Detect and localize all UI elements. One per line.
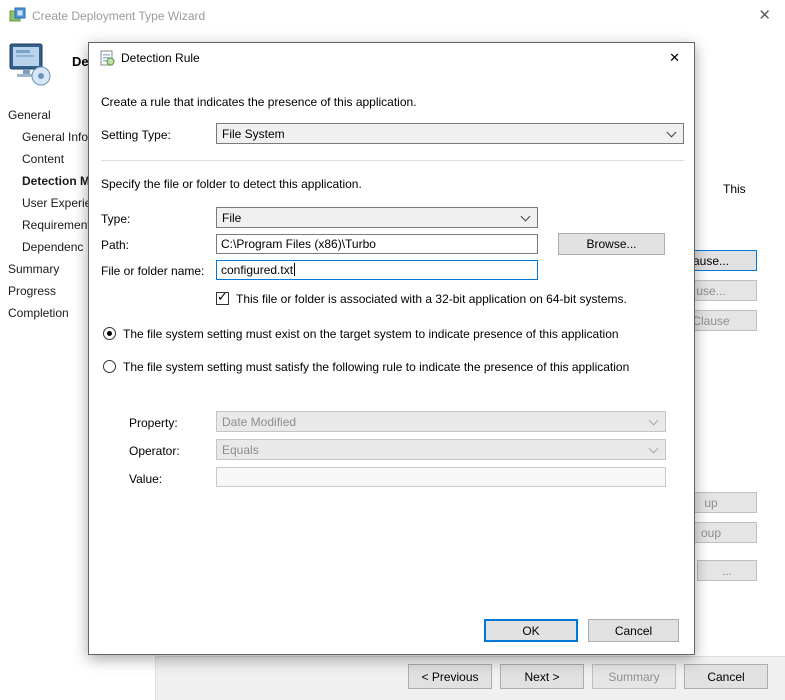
dialog-close-icon[interactable]: ✕ bbox=[669, 50, 680, 66]
window-titlebar: Create Deployment Type Wizard ✕ bbox=[0, 0, 785, 32]
property-label: Property: bbox=[129, 416, 178, 430]
sidebar-item-requirements[interactable]: Requirement bbox=[8, 214, 90, 236]
wizard-footer: < Previous Next > Summary Cancel bbox=[156, 656, 785, 700]
sidebar-item-user-experience[interactable]: User Experie bbox=[8, 192, 90, 214]
browse-button[interactable]: Browse... bbox=[558, 233, 665, 255]
dialog-titlebar: Detection Rule ✕ bbox=[89, 43, 694, 73]
file-name-input[interactable]: configured.txt bbox=[216, 260, 538, 280]
type-label: Type: bbox=[101, 212, 130, 226]
wizard-app-icon bbox=[9, 7, 26, 24]
must-satisfy-radio[interactable] bbox=[103, 360, 116, 373]
dialog-title: Detection Rule bbox=[121, 51, 200, 65]
page-heading-fragment: De bbox=[72, 54, 89, 69]
sidebar-item-progress[interactable]: Progress bbox=[8, 280, 90, 302]
assoc-32bit-checkbox[interactable]: ✓ bbox=[216, 292, 229, 305]
chevron-down-icon bbox=[667, 128, 677, 138]
path-value: C:\Program Files (x86)\Turbo bbox=[221, 237, 376, 251]
value-label: Value: bbox=[129, 472, 162, 486]
property-value: Date Modified bbox=[222, 415, 296, 429]
sidebar-item-content[interactable]: Content bbox=[8, 148, 90, 170]
ellipsis-button: ... bbox=[697, 560, 757, 581]
deployment-type-icon bbox=[6, 40, 54, 88]
sidebar-item-detection-method[interactable]: Detection M bbox=[8, 170, 90, 192]
operator-label: Operator: bbox=[129, 444, 180, 458]
must-exist-row: The file system setting must exist on th… bbox=[103, 327, 683, 341]
setting-type-dropdown[interactable]: File System bbox=[216, 123, 684, 144]
checkmark-icon: ✓ bbox=[217, 290, 228, 303]
chevron-down-icon bbox=[521, 212, 531, 222]
must-exist-radio[interactable] bbox=[103, 327, 116, 340]
operator-dropdown: Equals bbox=[216, 439, 666, 460]
sidebar-item-summary[interactable]: Summary bbox=[8, 258, 90, 280]
chevron-down-icon bbox=[649, 416, 659, 426]
setting-type-value: File System bbox=[222, 127, 285, 141]
setting-type-label: Setting Type: bbox=[101, 128, 171, 142]
screen: Create Deployment Type Wizard ✕ De Gener… bbox=[0, 0, 785, 700]
path-label: Path: bbox=[101, 238, 129, 252]
summary-button: Summary bbox=[592, 664, 676, 689]
operator-value: Equals bbox=[222, 443, 259, 457]
dialog-cancel-button[interactable]: Cancel bbox=[588, 619, 679, 642]
next-button[interactable]: Next > bbox=[500, 664, 584, 689]
file-name-label: File or folder name: bbox=[101, 264, 204, 278]
wizard-cancel-button[interactable]: Cancel bbox=[684, 664, 768, 689]
wizard-sidebar: General General Infor Content Detection … bbox=[8, 104, 90, 324]
sidebar-item-completion[interactable]: Completion bbox=[8, 302, 90, 324]
must-satisfy-label: The file system setting must satisfy the… bbox=[123, 360, 629, 374]
path-input[interactable]: C:\Program Files (x86)\Turbo bbox=[216, 234, 538, 254]
file-name-value: configured.txt bbox=[221, 263, 293, 277]
assoc-32bit-row: ✓ This file or folder is associated with… bbox=[216, 292, 676, 306]
window-title: Create Deployment Type Wizard bbox=[32, 9, 205, 23]
previous-button[interactable]: < Previous bbox=[408, 664, 492, 689]
dialog-intro-text: Create a rule that indicates the presenc… bbox=[101, 95, 417, 109]
value-input bbox=[216, 467, 666, 487]
section-divider bbox=[101, 160, 684, 161]
window-close-icon[interactable]: ✕ bbox=[758, 6, 771, 24]
section-instruction-text: Specify the file or folder to detect thi… bbox=[101, 177, 362, 191]
must-satisfy-row: The file system setting must satisfy the… bbox=[103, 360, 683, 374]
text-cursor bbox=[294, 263, 295, 276]
type-dropdown[interactable]: File bbox=[216, 207, 538, 228]
detection-rule-icon bbox=[99, 50, 115, 66]
property-dropdown: Date Modified bbox=[216, 411, 666, 432]
detection-rule-dialog: Detection Rule ✕ Create a rule that indi… bbox=[88, 42, 695, 655]
ok-button[interactable]: OK bbox=[484, 619, 578, 642]
type-value: File bbox=[222, 211, 241, 225]
must-exist-label: The file system setting must exist on th… bbox=[123, 327, 619, 341]
sidebar-item-dependencies[interactable]: Dependenc bbox=[8, 236, 90, 258]
assoc-32bit-label: This file or folder is associated with a… bbox=[236, 292, 627, 306]
background-text-fragment: This bbox=[723, 182, 746, 196]
chevron-down-icon bbox=[649, 444, 659, 454]
sidebar-item-general[interactable]: General bbox=[8, 104, 90, 126]
sidebar-item-general-information[interactable]: General Infor bbox=[8, 126, 90, 148]
